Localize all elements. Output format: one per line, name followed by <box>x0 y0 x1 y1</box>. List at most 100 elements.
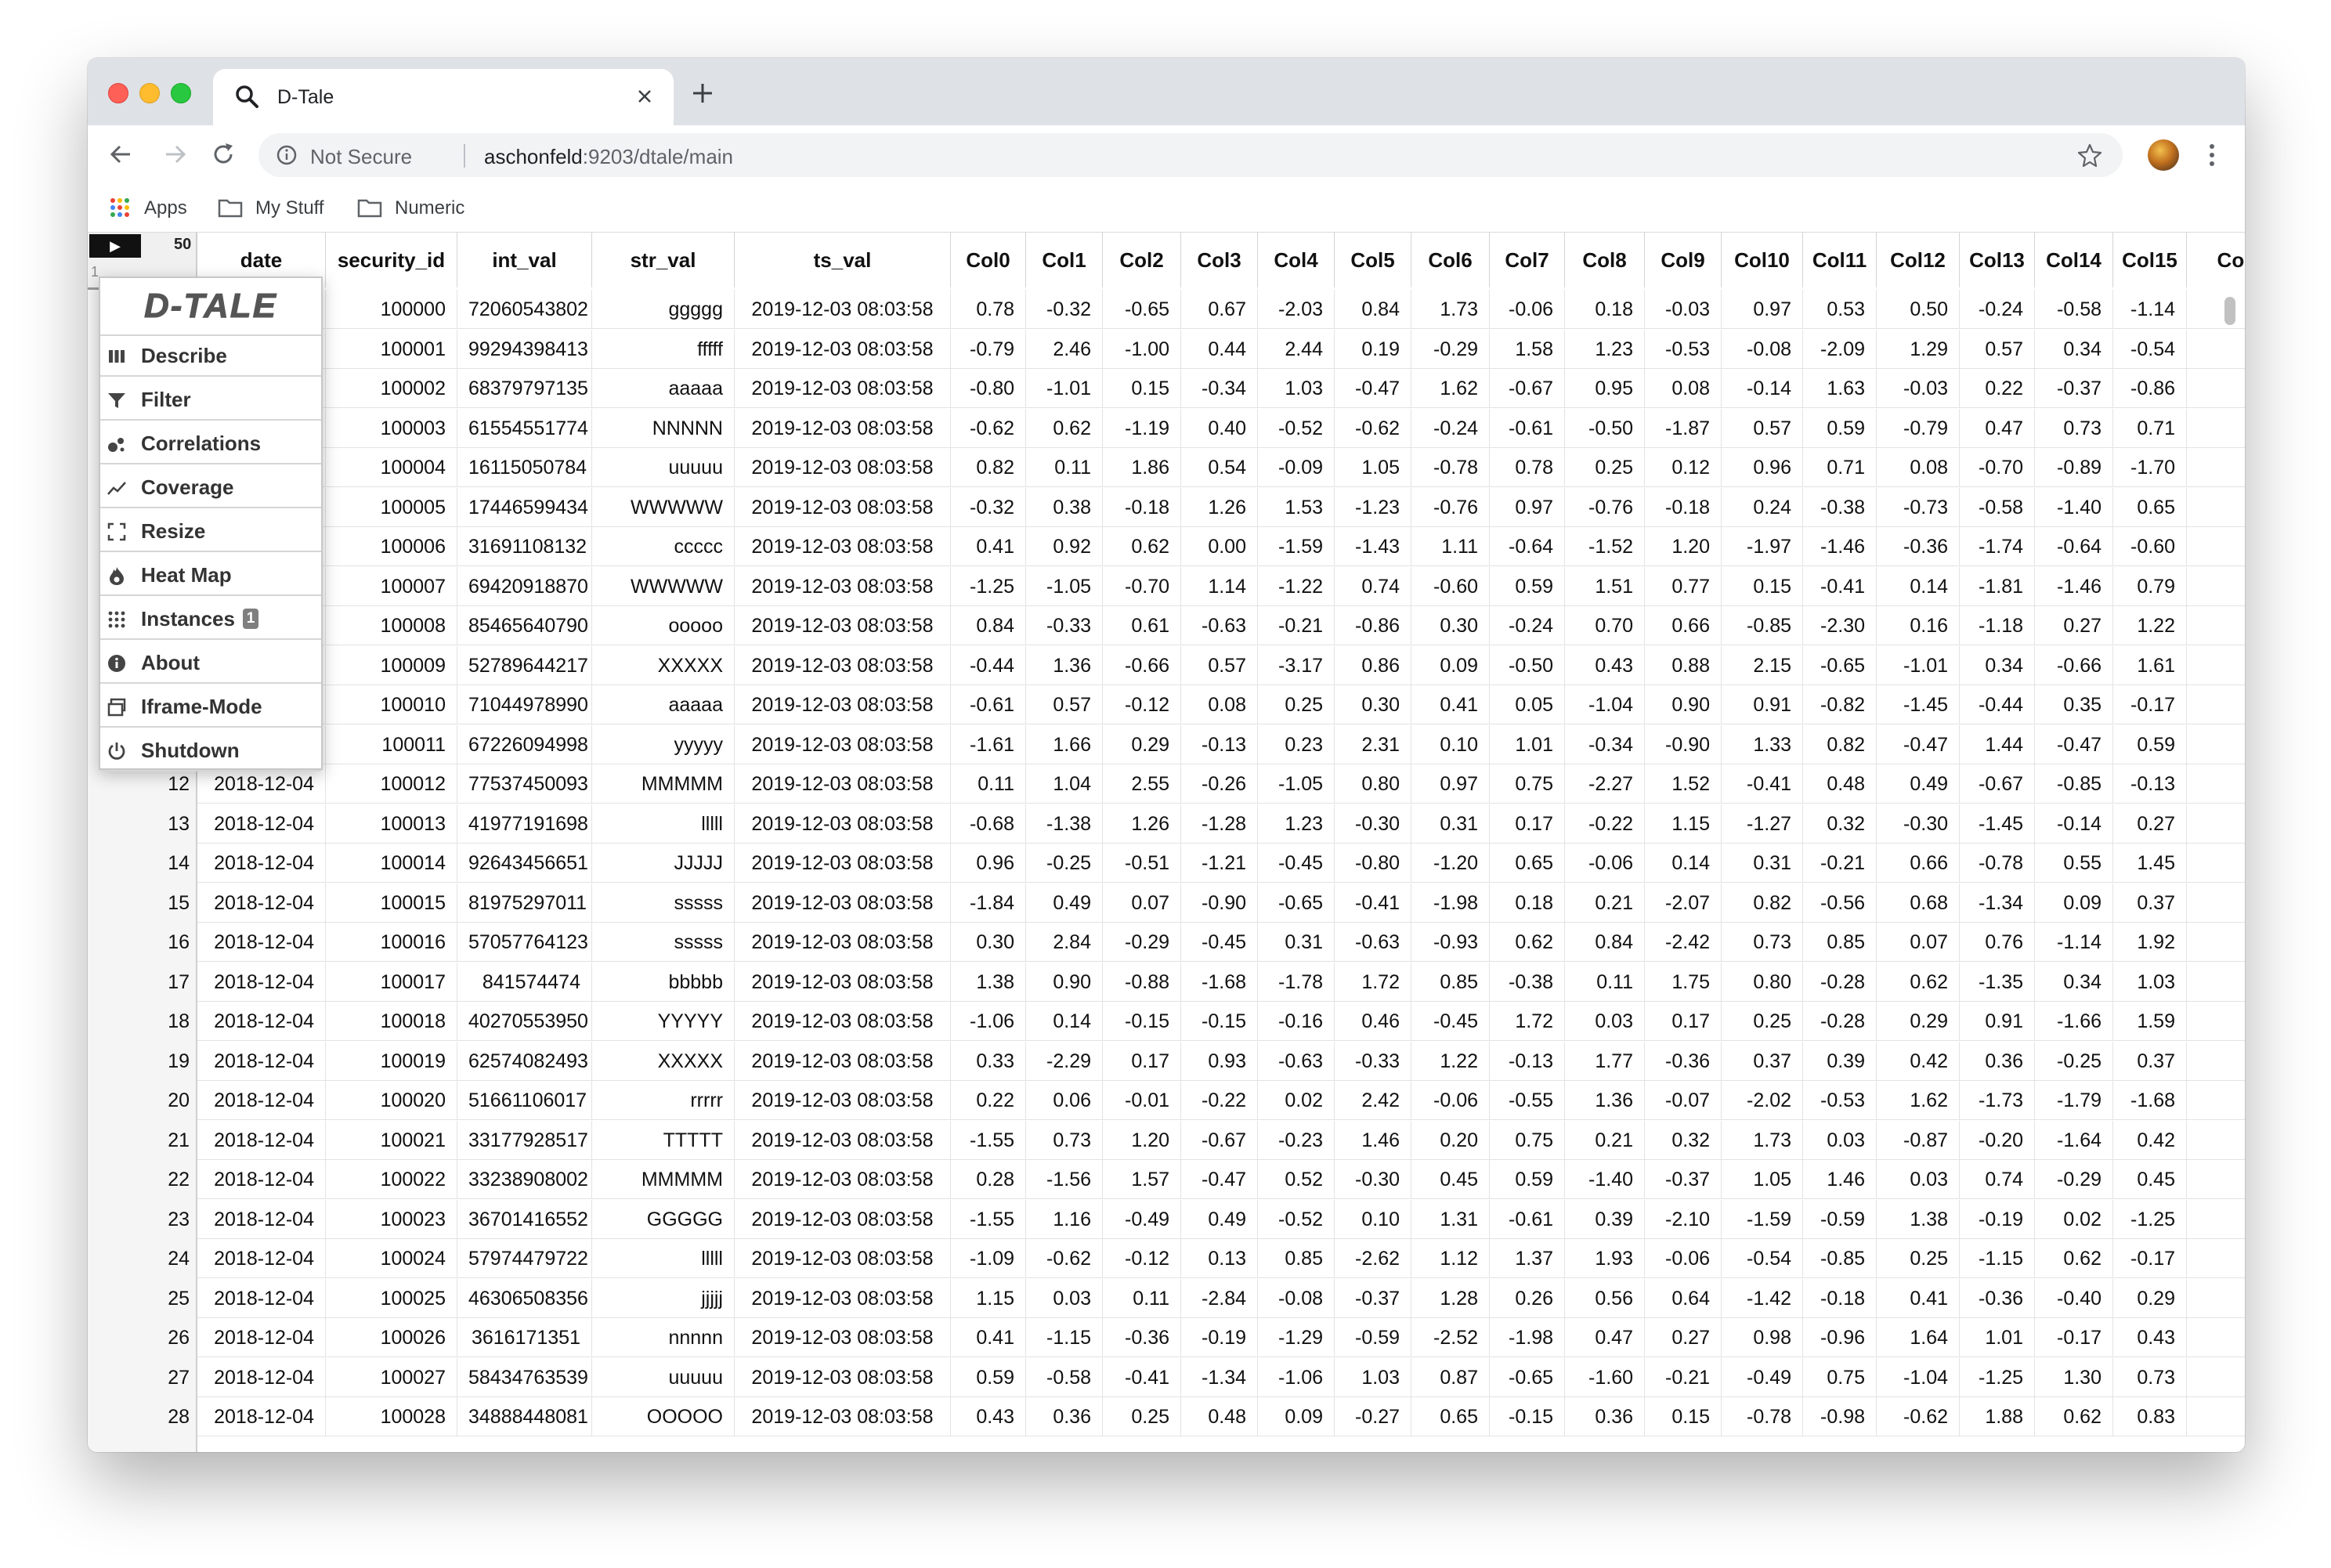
table-cell[interactable]: 69420918870 <box>457 566 592 606</box>
table-cell[interactable]: 0.62 <box>1026 408 1103 448</box>
table-cell[interactable]: -0.25 <box>1026 844 1103 883</box>
column-header-col12[interactable]: Col12 <box>1877 233 1960 287</box>
table-cell[interactable]: 1.28 <box>1411 1278 1490 1318</box>
table-cell[interactable]: 0.75 <box>1490 764 1565 804</box>
table-cell[interactable]: lllll <box>592 1239 735 1278</box>
table-cell[interactable]: -0.01 <box>1103 1081 1181 1120</box>
table-cell[interactable]: bbbbb <box>592 962 735 1002</box>
table-cell[interactable]: -0.62 <box>1026 1239 1103 1278</box>
table-cell[interactable]: 0.00 <box>1181 527 1258 566</box>
table-cell[interactable]: 67226094998 <box>457 724 592 764</box>
table-cell[interactable]: 2019-12-03 08:03:58 <box>735 724 951 764</box>
table-cell[interactable]: -0.58 <box>1026 1357 1103 1397</box>
table-cell[interactable]: -0.63 <box>1335 923 1411 962</box>
table-cell[interactable]: 0.71 <box>1803 448 1877 487</box>
table-cell[interactable]: 0.05 <box>1490 685 1565 724</box>
table-cell[interactable]: 0.91 <box>1722 685 1803 724</box>
table-cell[interactable]: 2019-12-03 08:03:58 <box>735 685 951 724</box>
table-cell[interactable]: -1.43 <box>1335 527 1411 566</box>
browser-menu-icon[interactable] <box>2203 139 2221 171</box>
table-cell[interactable]: 0.41 <box>951 1318 1026 1357</box>
table-cell[interactable]: 31691108132 <box>457 527 592 566</box>
table-cell[interactable]: 2018-12-04 <box>197 1081 326 1120</box>
table-cell[interactable]: -1.98 <box>1411 883 1490 923</box>
table-cell[interactable]: 2019-12-03 08:03:58 <box>735 1199 951 1239</box>
table-cell[interactable]: 0.03 <box>1565 1002 1645 1041</box>
table-cell[interactable]: 0.90 <box>1645 685 1722 724</box>
table-cell[interactable]: 16115050784 <box>457 448 592 487</box>
table-cell[interactable]: 1.62 <box>1877 1081 1960 1120</box>
table-cell[interactable]: -0.54 <box>1722 1239 1803 1278</box>
table-cell[interactable]: 1.05 <box>1335 448 1411 487</box>
table-cell[interactable]: 0.31 <box>1411 804 1490 844</box>
table-cell[interactable] <box>2187 923 2245 962</box>
table-cell[interactable]: 17446599434 <box>457 487 592 527</box>
table-cell[interactable]: 0.49 <box>1181 1199 1258 1239</box>
table-cell[interactable]: 0.79 <box>2113 566 2187 606</box>
table-cell[interactable]: -0.66 <box>1103 645 1181 685</box>
table-cell[interactable]: -1.21 <box>1181 844 1258 883</box>
table-cell[interactable]: 0.39 <box>1565 1199 1645 1239</box>
table-cell[interactable]: 46306508356 <box>457 1278 592 1318</box>
table-cell[interactable]: 0.03 <box>1877 1160 1960 1199</box>
table-cell[interactable]: 100013 <box>326 804 457 844</box>
table-cell[interactable]: -0.70 <box>1960 448 2035 487</box>
tab-dtale[interactable]: D-Tale <box>213 69 674 125</box>
table-cell[interactable]: -0.98 <box>1803 1397 1877 1436</box>
table-cell[interactable]: 0.45 <box>2113 1160 2187 1199</box>
table-cell[interactable]: -0.12 <box>1103 685 1181 724</box>
table-cell[interactable]: -1.05 <box>1026 566 1103 606</box>
table-row[interactable]: 16 2018-12-04 100016 57057764123 sssss 2019-1… <box>88 923 2245 962</box>
table-row[interactable]: 25 2018-12-04 100025 46306508356 jjjjj 2019-1… <box>88 1278 2245 1318</box>
table-cell[interactable]: -0.80 <box>951 369 1026 408</box>
table-cell[interactable]: 0.68 <box>1877 883 1960 923</box>
table-cell[interactable]: 0.14 <box>1877 566 1960 606</box>
table-cell[interactable]: 1.36 <box>1565 1081 1645 1120</box>
table-cell[interactable]: 100010 <box>326 685 457 724</box>
table-cell[interactable]: 1.51 <box>1565 566 1645 606</box>
table-cell[interactable]: -1.19 <box>1103 408 1181 448</box>
table-cell[interactable]: -1.09 <box>951 1239 1026 1278</box>
table-cell[interactable]: -1.84 <box>951 883 1026 923</box>
table-cell[interactable]: 0.50 <box>1877 290 1960 329</box>
table-cell[interactable]: -0.19 <box>1960 1199 2035 1239</box>
table-cell[interactable]: -0.52 <box>1258 1199 1335 1239</box>
table-row[interactable]: 19 2018-12-04 100019 62574082493 XXXXX 2019-1… <box>88 1041 2245 1081</box>
table-cell[interactable]: 1.22 <box>1411 1041 1490 1081</box>
table-cell[interactable]: 2019-12-03 08:03:58 <box>735 527 951 566</box>
table-cell[interactable]: 0.07 <box>1877 923 1960 962</box>
menu-item-iframe-mode[interactable]: Iframe-Mode <box>100 685 321 728</box>
menu-item-shutdown[interactable]: Shutdown <box>100 729 321 771</box>
table-cell[interactable]: 100019 <box>326 1041 457 1081</box>
table-cell[interactable]: -0.68 <box>951 804 1026 844</box>
table-cell[interactable]: 1.38 <box>951 962 1026 1002</box>
table-cell[interactable]: lllll <box>592 804 735 844</box>
table-cell[interactable]: -0.28 <box>1803 1002 1877 1041</box>
table-cell[interactable]: -0.06 <box>1565 844 1645 883</box>
table-cell[interactable]: 0.14 <box>1026 1002 1103 1041</box>
table-cell[interactable]: -1.56 <box>1026 1160 1103 1199</box>
menu-item-resize[interactable]: Resize <box>100 510 321 552</box>
table-cell[interactable]: -0.06 <box>1645 1239 1722 1278</box>
table-cell[interactable]: -0.62 <box>1877 1397 1960 1436</box>
table-cell[interactable]: WWWWW <box>592 566 735 606</box>
table-cell[interactable]: -1.60 <box>1565 1357 1645 1397</box>
table-cell[interactable]: 0.84 <box>1565 923 1645 962</box>
table-cell[interactable]: jjjjj <box>592 1278 735 1318</box>
table-cell[interactable]: -0.67 <box>1960 764 2035 804</box>
table-cell[interactable]: 2019-12-03 08:03:58 <box>735 1239 951 1278</box>
table-cell[interactable]: -0.61 <box>951 685 1026 724</box>
minimize-window-button[interactable] <box>139 83 160 103</box>
table-cell[interactable]: OOOOO <box>592 1397 735 1436</box>
table-cell[interactable]: NNNNN <box>592 408 735 448</box>
table-row[interactable]: 20 2018-12-04 100020 51661106017 rrrrr 2019-1… <box>88 1081 2245 1120</box>
table-cell[interactable]: -0.50 <box>1490 645 1565 685</box>
table-cell[interactable]: ooooo <box>592 606 735 645</box>
table-cell[interactable]: rrrrr <box>592 1081 735 1120</box>
table-cell[interactable]: sssss <box>592 883 735 923</box>
bookmark-apps[interactable]: Apps <box>110 194 211 221</box>
table-cell[interactable]: 0.62 <box>1877 962 1960 1002</box>
table-cell[interactable]: 0.19 <box>1335 329 1411 369</box>
table-cell[interactable]: 52789644217 <box>457 645 592 685</box>
table-cell[interactable]: 2018-12-04 <box>197 1002 326 1041</box>
